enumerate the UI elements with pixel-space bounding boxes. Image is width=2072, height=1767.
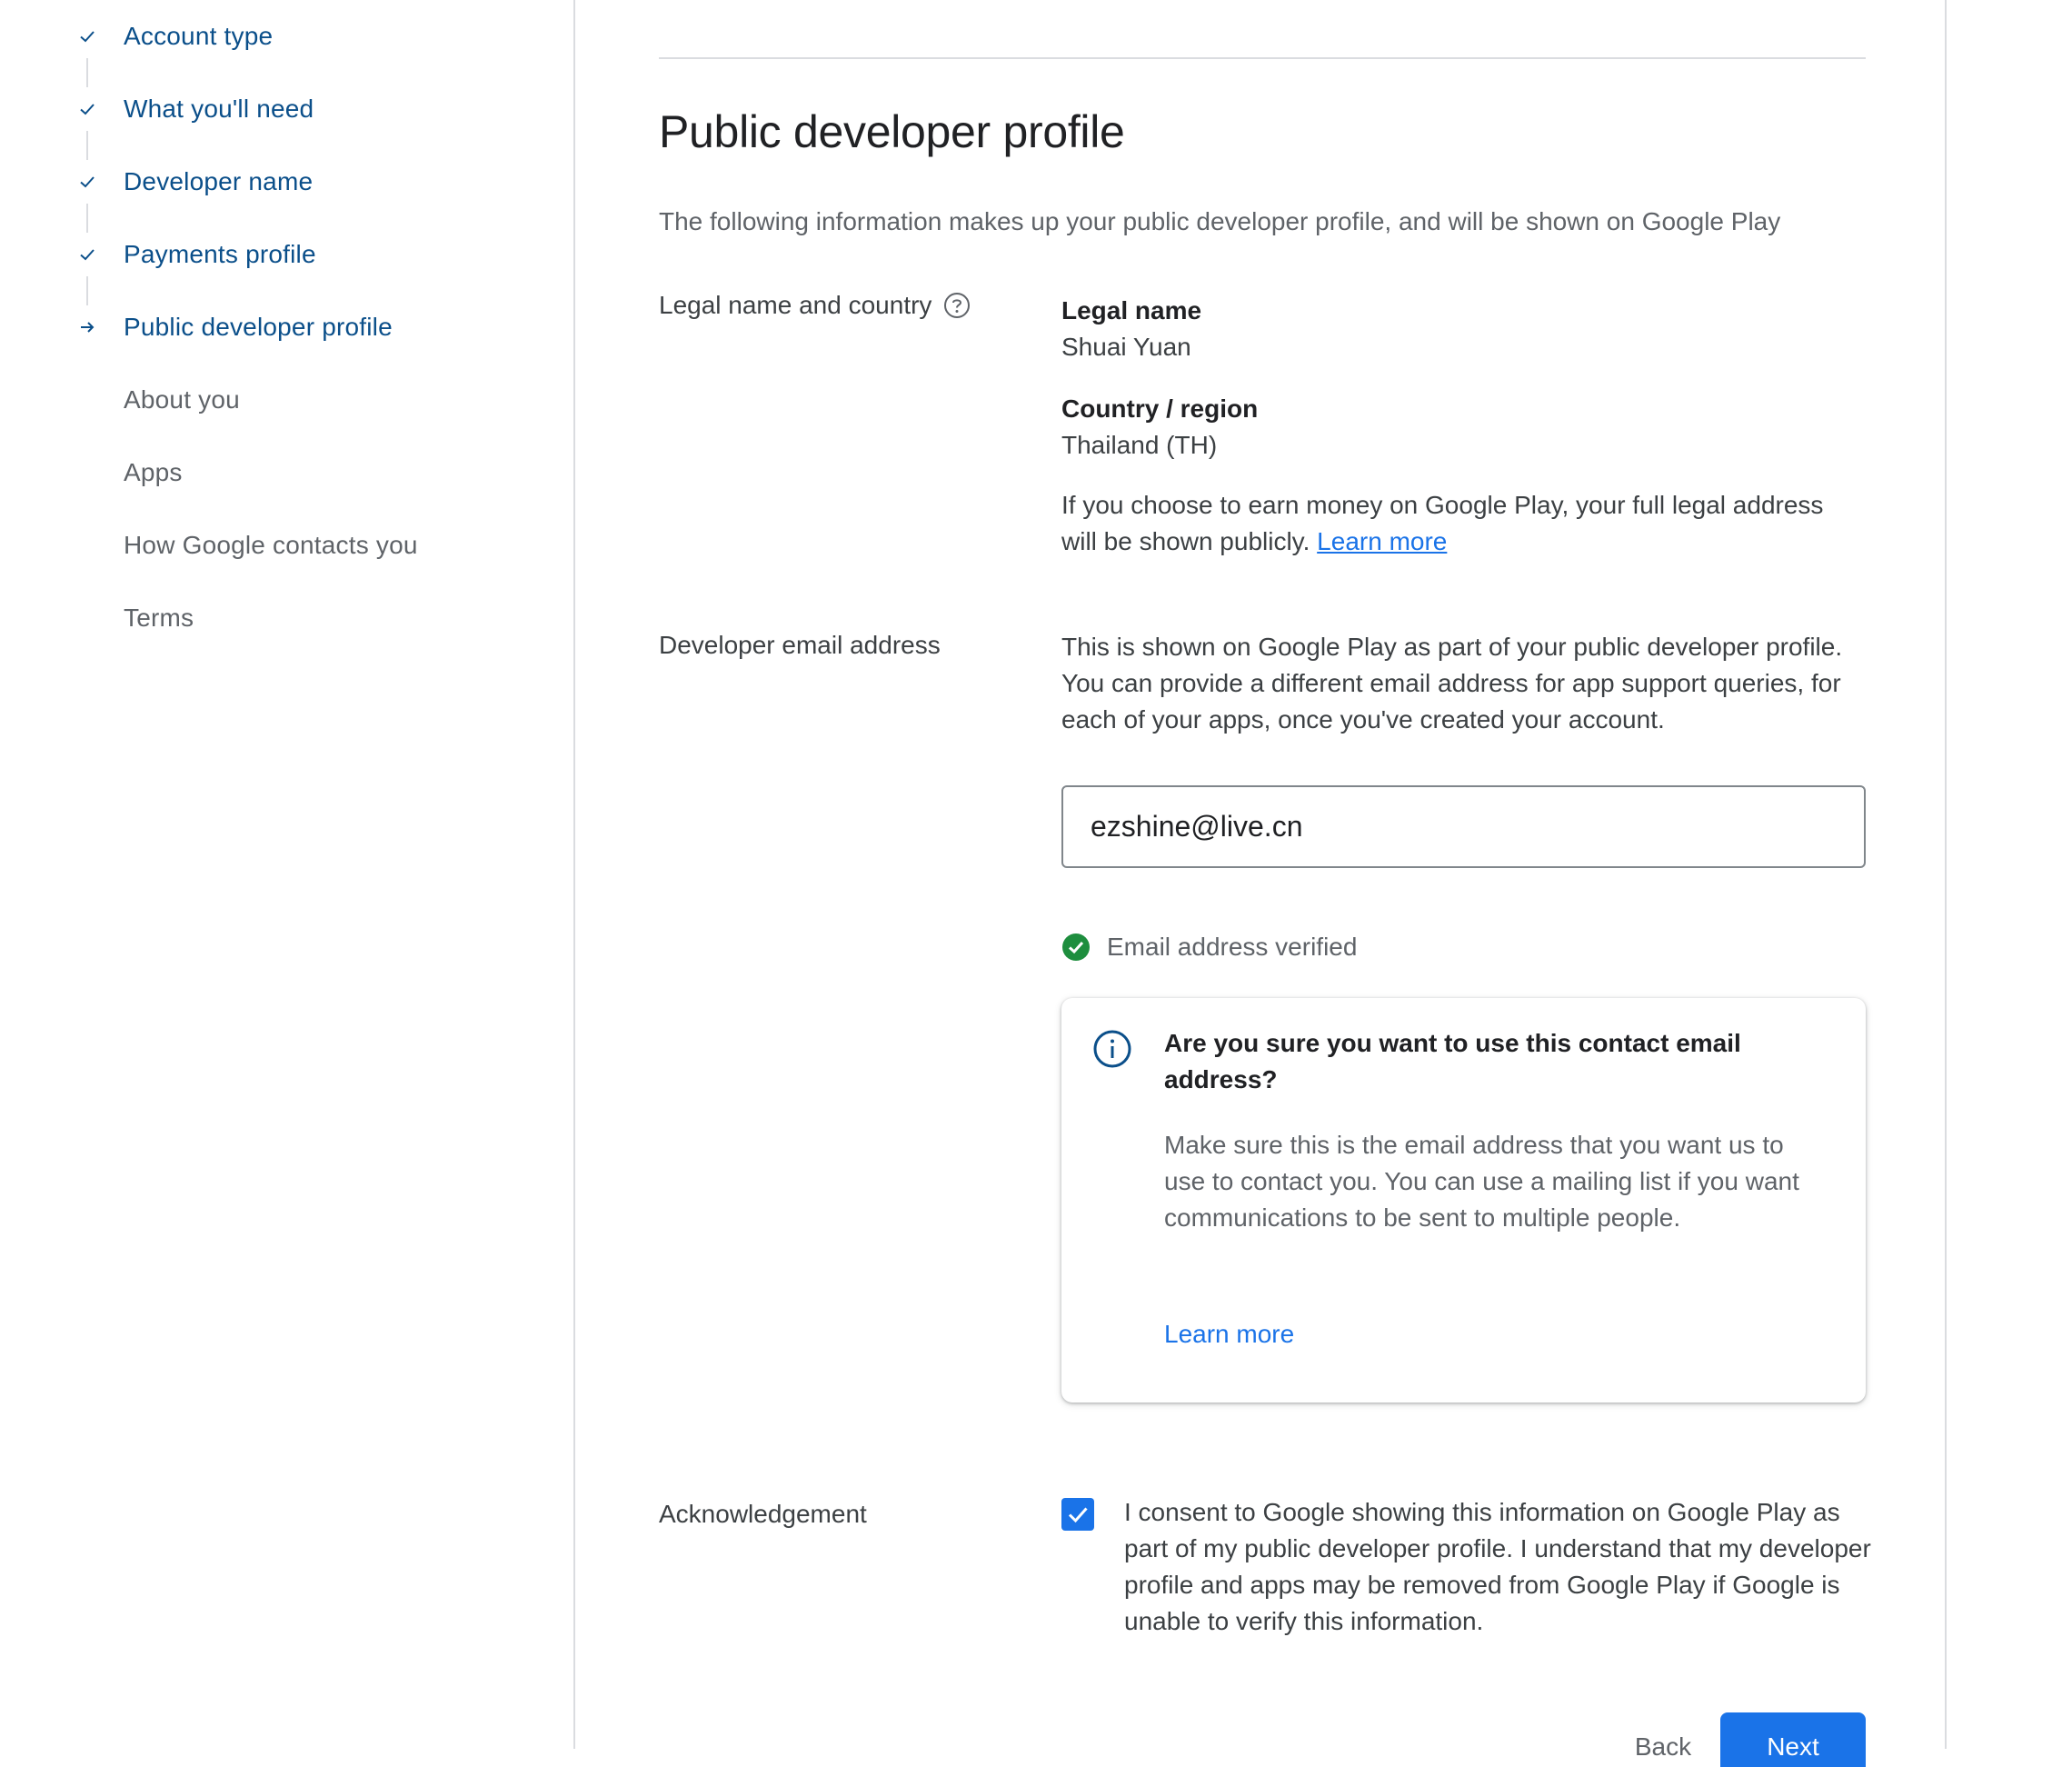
check-icon	[76, 25, 98, 47]
step-label: Terms	[124, 604, 194, 632]
step-label: What you'll need	[124, 95, 314, 123]
legal-name-title: Legal name	[1061, 296, 1202, 324]
step-payments-profile[interactable]: Payments profile	[0, 218, 563, 291]
main-content: Public developer profile The following i…	[659, 0, 1871, 1767]
consent-text: I consent to Google showing this informa…	[1124, 1498, 1871, 1635]
check-icon	[76, 171, 98, 193]
legal-learn-more-link[interactable]: Learn more	[1317, 527, 1447, 555]
step-label: Account type	[124, 22, 274, 50]
verified-check-icon	[1061, 933, 1091, 962]
back-button[interactable]: Back	[1604, 1712, 1722, 1767]
check-icon	[76, 244, 98, 265]
step-label: Public developer profile	[124, 313, 393, 341]
step-label: Developer name	[124, 167, 314, 195]
email-description: This is shown on Google Play as part of …	[1061, 633, 1843, 734]
intro-text: The following information makes up your …	[659, 207, 1781, 235]
warning-card-learn-more-link[interactable]: Learn more	[1164, 1320, 1294, 1349]
country-title: Country / region	[1061, 394, 1259, 423]
step-label: Payments profile	[124, 240, 316, 268]
stepper-sidebar: Account type What you'll need Developer …	[0, 0, 575, 1749]
check-icon	[76, 98, 98, 120]
legal-row-label-text: Legal name and country	[659, 291, 932, 319]
content-right-border	[1945, 0, 1947, 1749]
next-button[interactable]: Next	[1720, 1712, 1866, 1767]
checkbox-check-icon	[1068, 1507, 1088, 1523]
arrow-right-icon	[76, 316, 98, 338]
step-label: Apps	[124, 458, 183, 486]
step-terms[interactable]: Terms	[0, 582, 563, 654]
email-row-label: Developer email address	[659, 631, 941, 659]
legal-address-note: If you choose to earn money on Google Pl…	[1061, 487, 1866, 560]
step-account-type[interactable]: Account type	[0, 0, 563, 73]
help-circle-icon[interactable]	[942, 291, 971, 320]
verified-text: Email address verified	[1107, 933, 1358, 961]
step-public-developer-profile[interactable]: Public developer profile	[0, 291, 563, 364]
section-divider	[659, 57, 1866, 59]
contact-email-warning-card: Are you sure you want to use this contac…	[1061, 998, 1866, 1403]
step-label: About you	[124, 385, 240, 414]
legal-values: Legal name Shuai Yuan Country / region T…	[1061, 293, 1866, 560]
email-verified-status: Email address verified	[1061, 933, 1357, 962]
step-developer-name[interactable]: Developer name	[0, 145, 563, 218]
legal-row-label: Legal name and country	[659, 291, 971, 320]
step-how-google-contacts-you[interactable]: How Google contacts you	[0, 509, 563, 582]
developer-email-input[interactable]	[1061, 785, 1866, 868]
legal-name-value: Shuai Yuan	[1061, 333, 1191, 361]
warning-card-title: Are you sure you want to use this contac…	[1164, 1029, 1741, 1093]
step-label: How Google contacts you	[124, 531, 418, 559]
country-value: Thailand (TH)	[1061, 431, 1218, 459]
step-what-youll-need[interactable]: What you'll need	[0, 73, 563, 145]
step-about-you[interactable]: About you	[0, 364, 563, 436]
warning-card-body: Make sure this is the email address that…	[1164, 1131, 1799, 1232]
step-apps[interactable]: Apps	[0, 436, 563, 509]
page-title: Public developer profile	[659, 106, 1125, 157]
acknowledgement-row-label: Acknowledgement	[659, 1500, 867, 1528]
consent-checkbox[interactable]	[1061, 1498, 1094, 1531]
info-icon	[1093, 1030, 1131, 1068]
